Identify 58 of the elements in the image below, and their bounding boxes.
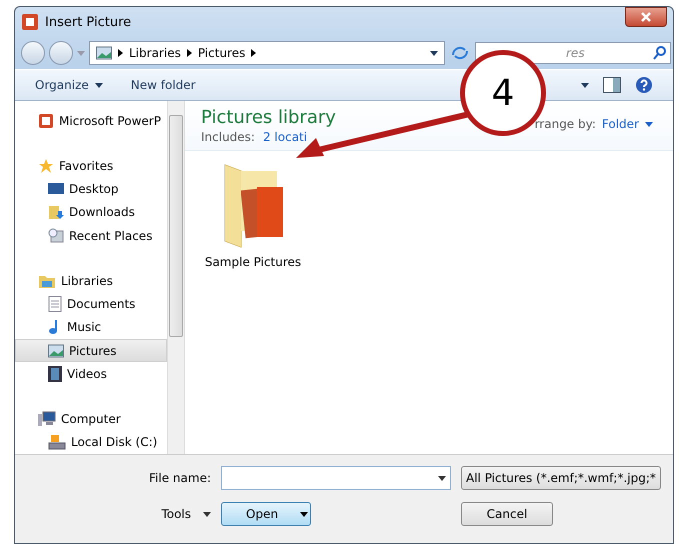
- app-icon: [21, 13, 39, 31]
- film-icon: [48, 366, 62, 382]
- sidebar-item[interactable]: Downloads: [15, 200, 167, 224]
- file-type-dropdown[interactable]: All Pictures (*.emf;*.wmf;*.jpg;*: [461, 466, 661, 490]
- app-icon: [38, 112, 54, 129]
- caret-icon: [300, 512, 308, 516]
- includes-label: Includes:: [201, 130, 255, 144]
- window-title: Insert Picture: [45, 14, 132, 30]
- sidebar-item[interactable]: Recent Places: [15, 224, 167, 248]
- close-button[interactable]: [625, 7, 667, 27]
- open-button[interactable]: Open: [221, 502, 311, 526]
- sidebar-item[interactable]: Pictures: [15, 339, 167, 362]
- toolbar-button[interactable]: Organize: [35, 78, 103, 92]
- sidebar-item[interactable]: Videos: [15, 362, 167, 386]
- chevron-icon: [251, 49, 256, 57]
- forward-button[interactable]: [49, 41, 73, 65]
- preview-pane-icon[interactable]: [603, 77, 621, 93]
- chevron-icon: [186, 49, 192, 57]
- clock-folder-icon: [48, 228, 64, 244]
- star-icon: [38, 158, 54, 174]
- computer-icon: [38, 410, 56, 427]
- caret-icon: [581, 82, 589, 88]
- cancel-button[interactable]: Cancel: [461, 502, 553, 526]
- help-icon[interactable]: [635, 76, 653, 94]
- library-title: Pictures library: [201, 107, 336, 128]
- locations-link[interactable]: 2 locati: [262, 130, 308, 144]
- arrange-dropdown[interactable]: Folder: [602, 117, 653, 131]
- sidebar-item[interactable]: Microsoft PowerP: [15, 109, 167, 132]
- sidebar-item[interactable]: Documents: [15, 292, 167, 316]
- sidebar-item[interactable]: Favorites: [15, 154, 167, 178]
- caret-icon: [438, 476, 446, 480]
- close-icon: [641, 12, 651, 22]
- file-name-label: File name:: [149, 471, 211, 485]
- folder-arrow-icon: [48, 204, 64, 220]
- picture-icon: [48, 344, 64, 358]
- toolbar-button[interactable]: New folder: [130, 78, 196, 92]
- sidebar-item[interactable]: Music: [15, 316, 167, 340]
- picture-icon: [96, 46, 112, 60]
- document-icon: [48, 296, 62, 312]
- file-name-field[interactable]: [221, 466, 451, 490]
- address-bar[interactable]: Libraries Pictures: [89, 41, 445, 65]
- chevron-icon: [118, 49, 123, 57]
- back-button[interactable]: [21, 41, 45, 65]
- sidebar-item[interactable]: Computer: [15, 407, 167, 431]
- sidebar-item[interactable]: Desktop: [15, 177, 167, 201]
- caret-icon: [430, 50, 438, 56]
- disk-drive-icon: [48, 434, 66, 450]
- breadcrumb[interactable]: Pictures: [198, 46, 246, 60]
- tools-button[interactable]: Tools: [161, 507, 211, 521]
- scrollbar[interactable]: [167, 101, 184, 454]
- sidebar-item[interactable]: Libraries: [15, 268, 167, 292]
- caret-icon: [645, 122, 653, 126]
- breadcrumb[interactable]: Libraries: [129, 46, 181, 60]
- caret-icon: [203, 512, 211, 516]
- monitor-icon: [48, 182, 64, 196]
- sidebar-item[interactable]: Local Disk (C:): [15, 430, 167, 454]
- caret-icon: [77, 50, 85, 56]
- folder-label: Sample Pictures: [204, 255, 302, 269]
